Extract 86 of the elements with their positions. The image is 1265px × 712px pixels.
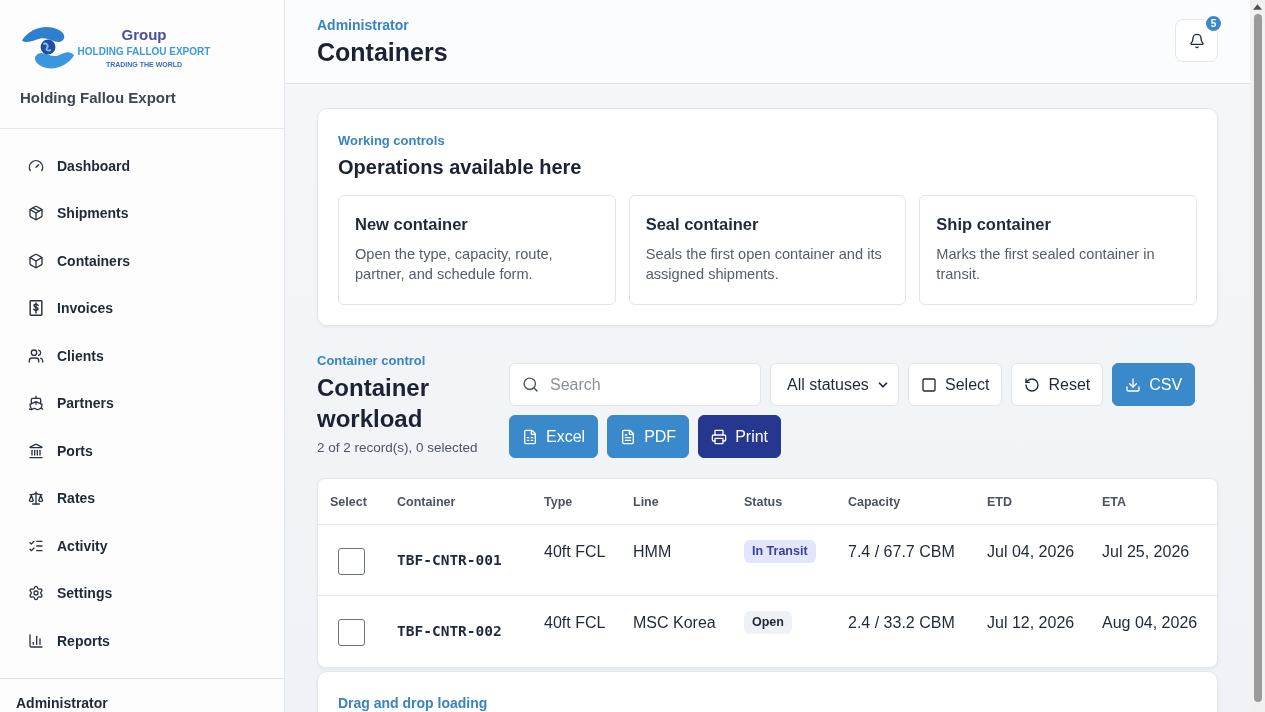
company-name: Holding Fallou Export (20, 88, 177, 108)
scale-icon (28, 490, 44, 507)
status-select[interactable]: All statuses (770, 363, 899, 406)
page-title: Containers (317, 36, 448, 67)
row-checkbox[interactable] (338, 619, 365, 646)
operation-description: Seals the first open container and its assigned shipments. (645, 245, 883, 284)
container-id-cell-text: TBF-CNTR-002 (397, 622, 503, 640)
user-name: Administrator (15, 693, 109, 711)
box-icon (28, 252, 44, 269)
building-columns-icon (28, 442, 44, 459)
section-eyebrow: Working controls (338, 133, 445, 148)
table-cell-text: 7.4 / 67.7 CBM (848, 542, 956, 562)
operation-card[interactable]: Ship container Marks the first sealed container in transit. (919, 195, 1197, 305)
column-header: Select (330, 494, 368, 509)
notification-count: 5 (1204, 14, 1223, 33)
users-icon (28, 347, 44, 364)
toolbar-button[interactable]: Print (698, 415, 782, 458)
scroll-up-arrow-icon[interactable] (1253, 4, 1262, 10)
nav-item[interactable]: Partners (16, 379, 268, 427)
table-cell-text: Jul 04, 2026 (987, 542, 1076, 562)
package-icon (28, 205, 44, 222)
container-id-cell-text: TBF-CNTR-001 (397, 551, 503, 569)
column-header: Type (544, 494, 574, 509)
logo-title: Group (121, 25, 167, 43)
nav-item[interactable]: Dashboard (16, 142, 268, 190)
nav-item[interactable]: Settings (16, 569, 268, 617)
search-field[interactable]: Search (509, 363, 761, 406)
spreadsheet-icon (522, 428, 538, 445)
nav-item[interactable]: Clients (16, 332, 268, 380)
column-header: Line (633, 494, 660, 509)
table-cell-text: HMM (633, 542, 673, 562)
settings-icon (28, 585, 44, 602)
table-cell-text: Jul 25, 2026 (1102, 542, 1191, 562)
column-header: ETD (987, 494, 1013, 509)
status-tag: Open (744, 611, 792, 634)
dollar-document-icon (28, 300, 44, 317)
square-icon (921, 376, 937, 393)
toolbar-button[interactable]: Reset (1011, 363, 1104, 406)
search-icon (522, 376, 539, 393)
bar-chart-icon (28, 632, 44, 649)
nav-item[interactable]: Rates (16, 474, 268, 522)
operation-title: Seal container (645, 214, 760, 234)
section-eyebrow: Drag and drop loading (338, 695, 488, 711)
operation-title: New container (355, 214, 469, 234)
section-title: Container workload (317, 373, 430, 434)
table-cell-text: MSC Korea (633, 613, 717, 633)
record-summary: 2 of 2 record(s), 0 selected (317, 439, 479, 456)
document-icon (620, 428, 637, 445)
column-header: Capacity (848, 494, 902, 509)
bell-icon (1188, 32, 1205, 49)
ship-icon (28, 395, 44, 412)
printer-icon (711, 428, 728, 445)
download-icon (1125, 376, 1142, 393)
toolbar-button[interactable]: Excel (509, 415, 599, 458)
nav-item[interactable]: Activity (16, 522, 268, 570)
table-cell-text: 40ft FCL (544, 613, 607, 633)
column-header: Container (397, 494, 457, 509)
table-cell-text: Jul 12, 2026 (987, 613, 1076, 633)
row-checkbox[interactable] (338, 548, 365, 575)
operation-description: Marks the first sealed container in transit. (936, 245, 1156, 284)
page-eyebrow: Administrator (317, 16, 410, 33)
operation-card[interactable]: Seal container Seals the first open container and its assigned shipments. (628, 195, 907, 305)
status-tag: In Transit (744, 540, 816, 563)
column-header: Status (744, 494, 784, 509)
gauge-icon (28, 157, 44, 174)
scrollbar-track[interactable] (1250, 0, 1265, 712)
nav-item[interactable]: Invoices (16, 284, 268, 332)
table-cell-text: Aug 04, 2026 (1102, 613, 1199, 633)
table-cell-text: 2.4 / 33.2 CBM (848, 613, 956, 633)
logo-name: HOLDING FALLOU EXPORT (77, 44, 211, 58)
reset-icon (1024, 376, 1041, 393)
nav-item[interactable]: Containers (16, 237, 268, 285)
section-eyebrow: Container control (317, 353, 427, 369)
operation-card[interactable]: New container Open the type, capacity, route, partner, and schedule form. (338, 195, 616, 305)
toolbar-button[interactable]: CSV (1112, 363, 1196, 406)
toolbar-button[interactable]: Select (908, 363, 1003, 406)
operation-title: Ship container (936, 214, 1052, 234)
operation-description: Open the type, capacity, route, partner, and schedule form. (355, 245, 554, 284)
nav-item[interactable]: Ports (16, 427, 268, 475)
nav-item[interactable]: Shipments (16, 189, 268, 237)
section-title: Operations available here (338, 155, 583, 179)
table-cell-text: 40ft FCL (544, 542, 607, 562)
column-header: ETA (1102, 494, 1128, 509)
toolbar-button[interactable]: PDF (607, 415, 690, 458)
nav-item[interactable]: Reports (16, 617, 268, 665)
scrollbar-thumb[interactable] (1253, 14, 1262, 702)
